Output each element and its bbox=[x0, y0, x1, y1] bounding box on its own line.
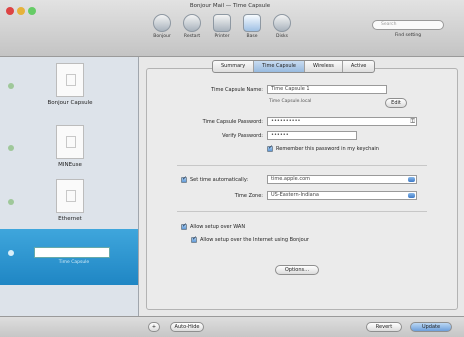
search-caption: Find setting bbox=[394, 33, 422, 38]
status-dot-icon bbox=[8, 250, 14, 256]
time-zone-popup[interactable]: US-Eastern-Indiana bbox=[267, 191, 417, 200]
advertise-label: Allow setup over the Internet using Bonj… bbox=[200, 237, 309, 243]
divider bbox=[177, 211, 427, 212]
add-button[interactable]: + bbox=[148, 322, 160, 332]
remember-label: Remember this password in my keychain bbox=[276, 146, 379, 152]
device-sidebar: Bonjour Capsule MINEuse Ethernet Time Ca… bbox=[0, 57, 139, 316]
name-label: Time Capsule Name: bbox=[211, 87, 263, 93]
toolbar-item-disks[interactable]: Disks bbox=[267, 14, 297, 39]
time-zone-label: Time Zone: bbox=[234, 193, 263, 199]
time-server-value: time.apple.com bbox=[271, 176, 311, 182]
printer-icon bbox=[213, 14, 231, 32]
update-button[interactable]: Update bbox=[410, 322, 452, 332]
edit-button[interactable]: Edit bbox=[385, 98, 407, 108]
toolbar-item-printer[interactable]: Printer bbox=[207, 14, 237, 39]
minimize-window-icon[interactable] bbox=[17, 7, 25, 15]
device-rename-field[interactable] bbox=[34, 247, 110, 258]
airport-icon bbox=[183, 14, 201, 32]
auto-hide-button[interactable]: Auto-Hide bbox=[170, 322, 204, 332]
set-time-label: Set time automatically: bbox=[190, 177, 249, 183]
advertise-checkbox[interactable] bbox=[191, 235, 197, 243]
search-placeholder: Search bbox=[381, 22, 397, 27]
options-button[interactable]: Options… bbox=[275, 265, 319, 275]
tab-summary[interactable]: Summary bbox=[213, 61, 255, 72]
window-title: Bonjour Mail — Time Capsule bbox=[189, 3, 271, 9]
device-icon bbox=[56, 63, 84, 97]
allow-wan-label: Allow setup over WAN bbox=[190, 224, 246, 230]
sidebar-item-label: MINEuse bbox=[58, 162, 82, 168]
key-icon[interactable]: ⚿ bbox=[410, 118, 415, 125]
tab-active[interactable]: Active bbox=[343, 61, 374, 72]
divider bbox=[177, 165, 427, 166]
device-icon bbox=[56, 125, 84, 159]
password-field[interactable]: •••••••••• ⚿ bbox=[267, 117, 417, 126]
verify-field[interactable]: •••••• bbox=[267, 131, 357, 140]
sidebar-item-selected[interactable]: Time Capsule bbox=[0, 229, 138, 285]
toolbar-item-label: Base bbox=[246, 34, 258, 39]
reload-icon bbox=[153, 14, 171, 32]
status-dot-icon bbox=[8, 83, 14, 89]
status-dot-icon bbox=[8, 199, 14, 205]
bottom-bar: + Auto-Hide Revert Update bbox=[0, 316, 464, 337]
sidebar-item-mineuse[interactable]: MINEuse bbox=[0, 119, 138, 179]
time-server-popup[interactable]: time.apple.com bbox=[267, 175, 417, 184]
revert-button[interactable]: Revert bbox=[366, 322, 402, 332]
password-value: •••••••••• bbox=[271, 118, 301, 124]
search-input[interactable]: Search bbox=[372, 20, 444, 30]
set-time-checkbox[interactable] bbox=[181, 175, 187, 183]
sidebar-item-label: Bonjour Capsule bbox=[47, 100, 93, 106]
name-field[interactable]: Time Capsule 1 bbox=[267, 85, 387, 94]
time-zone-value: US-Eastern-Indiana bbox=[271, 192, 319, 198]
tab-bar: Summary Time Capsule Wireless Active bbox=[212, 60, 376, 73]
toolbar-item-restart[interactable]: Restart bbox=[177, 14, 207, 39]
tab-time-capsule[interactable]: Time Capsule bbox=[254, 61, 305, 72]
device-icon bbox=[56, 179, 84, 213]
airport-utility-window: Bonjour Mail — Time Capsule Bonjour Rest… bbox=[0, 0, 464, 337]
tab-wireless[interactable]: Wireless bbox=[305, 61, 343, 72]
verify-label: Verify Password: bbox=[222, 133, 263, 139]
status-dot-icon bbox=[8, 145, 14, 151]
toolbar-item-label: Printer bbox=[214, 34, 230, 39]
password-label: Time Capsule Password: bbox=[202, 119, 263, 125]
remember-checkbox[interactable] bbox=[267, 144, 273, 152]
allow-wan-checkbox[interactable] bbox=[181, 222, 187, 230]
toolbar-item-label: Restart bbox=[183, 34, 201, 39]
sidebar-item-ethernet[interactable]: Ethernet bbox=[0, 173, 138, 233]
chevron-updown-icon bbox=[408, 177, 415, 182]
chevron-updown-icon bbox=[408, 193, 415, 198]
name-sublabel: Time Capsule.local bbox=[269, 99, 312, 104]
base-station-icon bbox=[243, 14, 261, 32]
disk-icon bbox=[273, 14, 291, 32]
sidebar-item-sublabel: Time Capsule bbox=[58, 260, 90, 265]
sidebar-item-label: Ethernet bbox=[58, 216, 82, 222]
sidebar-item-bonjour-capsule[interactable]: Bonjour Capsule bbox=[0, 57, 138, 117]
toolbar-item-bonjour[interactable]: Bonjour bbox=[147, 14, 177, 39]
toolbar-item-base[interactable]: Base bbox=[237, 14, 267, 39]
zoom-window-icon[interactable] bbox=[28, 7, 36, 15]
close-window-icon[interactable] bbox=[6, 7, 14, 15]
title-toolbar: Bonjour Mail — Time Capsule Bonjour Rest… bbox=[0, 0, 464, 57]
toolbar-item-label: Disks bbox=[275, 34, 288, 39]
toolbar-item-label: Bonjour bbox=[153, 34, 171, 39]
settings-panel: Time Capsule Name: Time Capsule 1 Time C… bbox=[146, 68, 458, 310]
